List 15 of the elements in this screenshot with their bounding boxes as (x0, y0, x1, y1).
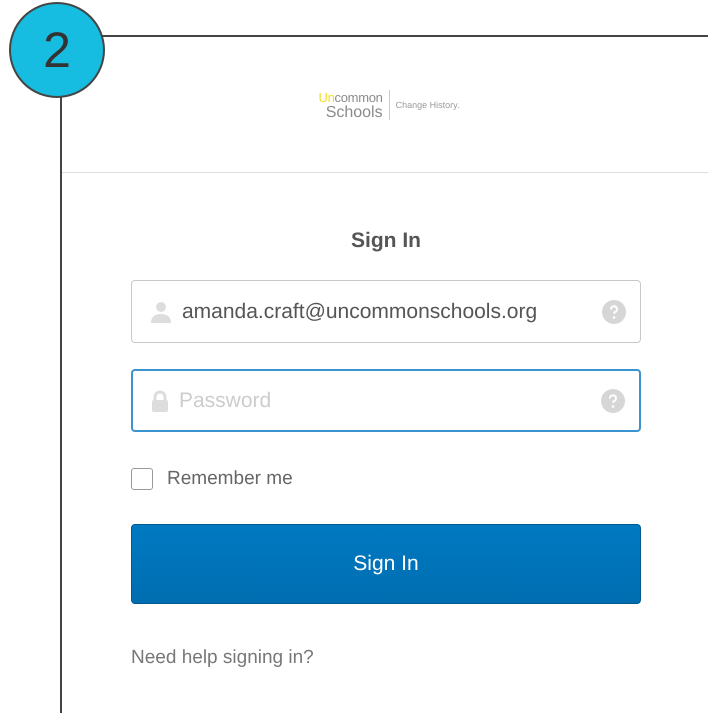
logo-wordmark-line: Schools (326, 104, 383, 120)
remember-checkbox[interactable] (131, 468, 153, 490)
field-value: amanda.craft@uncommonschools.org (182, 300, 538, 324)
lock-icon (151, 390, 169, 412)
sign-in-button[interactable]: Sign In (131, 524, 641, 604)
logo-tagline: Change History. (396, 100, 460, 110)
help-link[interactable]: Need help signing in? (131, 647, 314, 669)
username-field[interactable]: amanda.craft@uncommonschools.org (131, 280, 641, 343)
form-title: Sign In (350, 229, 422, 253)
help-icon[interactable] (601, 388, 625, 412)
help-icon[interactable] (602, 300, 626, 324)
logo-wordmark-line: Uncommon (318, 90, 383, 104)
step-badge: 2 (9, 2, 105, 98)
remember-label[interactable]: Remember me (167, 468, 293, 490)
person-icon (150, 300, 172, 322)
